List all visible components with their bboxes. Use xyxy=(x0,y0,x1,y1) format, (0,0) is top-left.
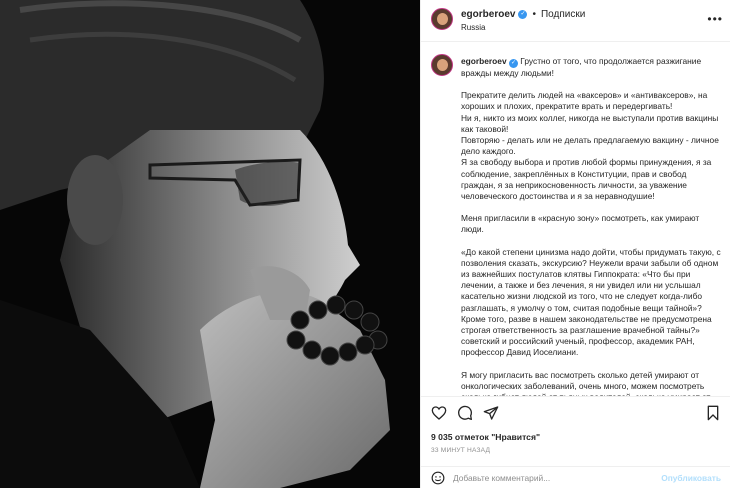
verified-badge-icon: ✓ xyxy=(518,10,528,19)
follow-button[interactable]: Подписки xyxy=(541,9,585,20)
comment-icon[interactable] xyxy=(457,405,473,421)
author-line: egorberoev ✓ • Подписки xyxy=(461,9,585,20)
likes-count[interactable]: 9 035 отметок "Нравится" xyxy=(431,432,540,442)
author-avatar[interactable] xyxy=(431,8,453,30)
caption-area[interactable]: egorberoev ✓ Грустно от того, что продол… xyxy=(421,42,730,396)
comment-input[interactable] xyxy=(453,470,653,486)
caption-text: egorberoev ✓ Грустно от того, что продол… xyxy=(461,56,723,396)
publish-button[interactable]: Опубликовать xyxy=(661,473,721,483)
caption-paragraph-4: «До какой степени цинизма надо дойти, чт… xyxy=(461,246,721,358)
post-header: egorberoev ✓ • Подписки Russia ••• xyxy=(421,0,730,42)
separator-dot: • xyxy=(532,9,536,20)
caption-verified-badge-icon: ✓ xyxy=(508,59,518,68)
comment-bar: Опубликовать xyxy=(421,466,730,488)
author-username[interactable]: egorberoev xyxy=(461,9,515,20)
bookmark-icon[interactable] xyxy=(705,405,721,421)
post-location[interactable]: Russia xyxy=(461,23,485,32)
caption-username[interactable]: egorberoev xyxy=(461,56,507,66)
caption-paragraph-1: egorberoev ✓ Грустно от того, что продол… xyxy=(461,56,723,79)
man-portrait-photo xyxy=(0,0,420,488)
post-photo[interactable] xyxy=(0,0,420,488)
caption-avatar[interactable] xyxy=(431,54,453,76)
caption-paragraph-2: Прекратите делить людей на «ваксеров» и … xyxy=(461,90,719,202)
post-timestamp[interactable]: 33 МИНУТ НАЗАД xyxy=(431,447,490,454)
more-options-icon[interactable]: ••• xyxy=(707,12,723,26)
heart-icon[interactable] xyxy=(431,405,447,421)
post-side-panel: egorberoev ✓ • Подписки Russia ••• egorb… xyxy=(420,0,730,488)
action-bar xyxy=(421,396,730,428)
smiley-icon[interactable] xyxy=(431,471,445,485)
caption-paragraph-3: Меня пригласили в «красную зону» посмотр… xyxy=(461,213,700,235)
caption-paragraph-5: Я могу пригласить вас посмотреть сколько… xyxy=(461,369,710,396)
paper-plane-icon[interactable] xyxy=(483,405,499,421)
